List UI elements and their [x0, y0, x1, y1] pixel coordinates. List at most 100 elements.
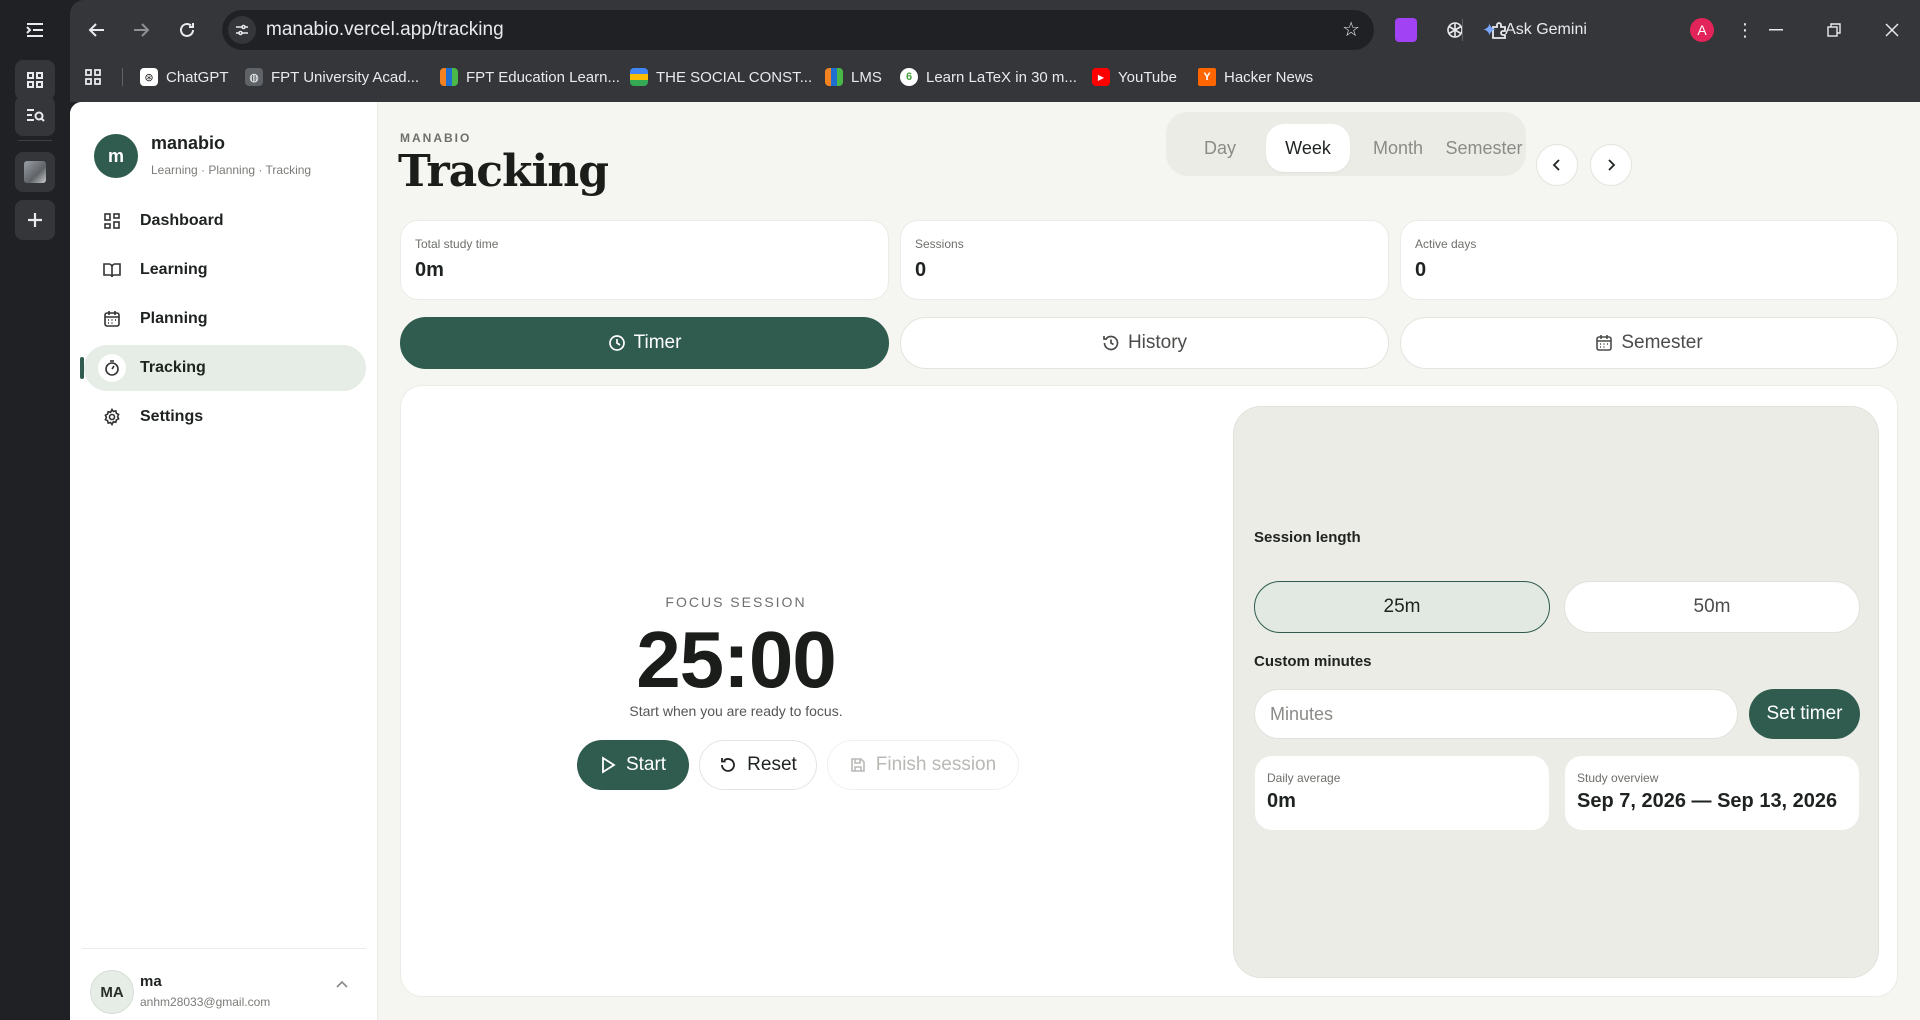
next-period-button[interactable] [1590, 144, 1632, 186]
tab-label: Timer [633, 332, 682, 353]
calendar-icon [98, 305, 126, 333]
tab-thumbnail-icon [24, 161, 46, 183]
ask-gemini-label: Ask Gemini [1505, 21, 1587, 38]
chatgpt-icon: ⊛ [140, 68, 158, 86]
fpt-icon [440, 68, 458, 86]
range-week-button[interactable]: Week [1266, 124, 1350, 172]
history-icon [1103, 335, 1119, 351]
fpt-icon [825, 68, 843, 86]
focus-session-label: FOCUS SESSION [665, 594, 807, 610]
brand-tagline: Learning · Planning · Tracking [151, 163, 312, 177]
gemini-sparkle-icon: ✦ [1482, 19, 1498, 40]
tab-semester[interactable]: Semester [1400, 317, 1898, 369]
session-length-50-button[interactable]: 50m [1564, 581, 1860, 633]
page-eyebrow: MANABIO [400, 131, 472, 145]
back-icon[interactable] [82, 15, 112, 45]
bookmark-star-icon[interactable]: ☆ [1342, 10, 1360, 50]
stat-value: 0 [915, 259, 927, 281]
youtube-icon: ▶ [1092, 68, 1110, 86]
bookmark-hacker-news[interactable]: Y Hacker News [1198, 60, 1313, 94]
custom-minutes-input[interactable] [1254, 689, 1738, 739]
tab-history[interactable]: History [900, 317, 1389, 369]
range-day-button[interactable]: Day [1176, 124, 1264, 172]
overleaf-icon: 6 [900, 68, 918, 86]
ask-gemini-button[interactable]: ✦ Ask Gemini [1482, 15, 1587, 45]
finish-session-button[interactable]: Finish session [827, 740, 1019, 790]
sidebar: m manabio Learning · Planning · Tracking… [70, 102, 378, 1020]
sidebar-item-dashboard[interactable]: Dashboard [84, 198, 366, 244]
range-month-button[interactable]: Month [1356, 124, 1440, 172]
study-overview-value: Sep 7, 2026 — Sep 13, 2026 [1577, 790, 1838, 812]
chatgpt-extension-icon[interactable] [1440, 15, 1470, 45]
notes-extension-icon[interactable] [1395, 18, 1417, 42]
restore-icon[interactable] [1814, 15, 1854, 45]
tab-divider [18, 140, 52, 141]
brand-name: manabio [151, 133, 226, 153]
chevron-right-icon [1608, 159, 1616, 171]
bookmark-youtube[interactable]: ▶ YouTube [1092, 60, 1177, 94]
bookmarks-bar: ⊛ ChatGPT ◍ FPT University Acad... FPT E… [70, 60, 1920, 102]
url-text[interactable]: manabio.vercel.app/tracking [266, 10, 504, 50]
bookmark-social-construct[interactable]: THE SOCIAL CONST... [630, 60, 812, 94]
sidebar-item-settings[interactable]: Settings [84, 394, 366, 440]
set-timer-button[interactable]: Set timer [1749, 689, 1860, 739]
stat-label: Sessions [915, 237, 964, 251]
range-semester-button[interactable]: Semester [1442, 124, 1526, 172]
stat-value: 0m [415, 259, 444, 281]
start-button[interactable]: Start [577, 740, 689, 790]
bookmark-fpt-education[interactable]: FPT Education Learn... [440, 60, 620, 94]
tab-label: Semester [1621, 332, 1703, 353]
start-label: Start [625, 754, 667, 775]
minimize-icon[interactable] [1756, 15, 1796, 45]
chevron-up-icon[interactable] [336, 980, 348, 988]
sidebar-item-learning[interactable]: Learning [84, 247, 366, 293]
bookmarks-divider [122, 68, 123, 86]
bookmark-learn-latex[interactable]: 6 Learn LaTeX in 30 m... [900, 60, 1077, 94]
bookmark-lms[interactable]: LMS [825, 60, 882, 94]
brand-logo[interactable]: m [94, 134, 138, 178]
close-window-icon[interactable] [1872, 15, 1912, 45]
gear-icon [98, 403, 126, 431]
app-window: m manabio Learning · Planning · Tracking… [70, 102, 1920, 1020]
reset-label: Reset [747, 754, 797, 775]
daily-average-label: Daily average [1267, 771, 1341, 785]
bookmark-label: THE SOCIAL CONST... [656, 68, 813, 86]
reload-icon[interactable] [172, 15, 202, 45]
tab-groups-icon[interactable] [15, 60, 55, 100]
daily-average-card: Daily average 0m [1254, 755, 1550, 831]
stat-total-study-time: Total study time 0m [400, 220, 889, 300]
apps-grid-icon[interactable] [84, 60, 102, 94]
calendar-icon [1596, 335, 1613, 351]
browser-toolbar: manabio.vercel.app/tracking ☆ ✦ Ask Gemi… [70, 0, 1920, 60]
profile-avatar[interactable]: A [1690, 18, 1714, 42]
toolbar-divider [1462, 19, 1463, 41]
tab-label: History [1127, 332, 1188, 353]
tab-favicon[interactable] [15, 152, 55, 192]
sidebar-item-planning[interactable]: Planning [84, 296, 366, 342]
prev-period-button[interactable] [1536, 144, 1578, 186]
hackernews-icon: Y [1198, 68, 1216, 86]
bookmark-label: FPT Education Learn... [466, 68, 620, 86]
session-length-25-button[interactable]: 25m [1254, 581, 1550, 633]
bookmark-fpt-university[interactable]: ◍ FPT University Acad... [245, 60, 419, 94]
play-icon [602, 756, 616, 774]
site-settings-icon[interactable] [228, 16, 256, 44]
forward-icon[interactable] [126, 15, 156, 45]
tab-timer[interactable]: Timer [400, 317, 889, 369]
reset-button[interactable]: Reset [699, 740, 817, 790]
new-tab-icon[interactable] [15, 200, 55, 240]
vertical-tab-strip [0, 0, 70, 1020]
search-tabs-icon[interactable] [15, 96, 55, 136]
study-overview-label: Study overview [1577, 771, 1659, 785]
bookmark-label: LMS [851, 68, 882, 86]
address-bar[interactable]: manabio.vercel.app/tracking ☆ [222, 10, 1374, 50]
bookmark-chatgpt[interactable]: ⊛ ChatGPT [140, 60, 229, 94]
sidebar-item-label: Tracking [140, 359, 206, 376]
finish-label: Finish session [875, 754, 997, 775]
stat-value: 0 [1415, 259, 1427, 281]
collapse-tabs-icon[interactable] [15, 10, 55, 50]
bookmark-label: ChatGPT [166, 68, 229, 86]
sidebar-item-tracking[interactable]: Tracking [80, 345, 366, 391]
stat-active-days: Active days 0 [1400, 220, 1898, 300]
user-avatar[interactable]: MA [90, 970, 134, 1014]
